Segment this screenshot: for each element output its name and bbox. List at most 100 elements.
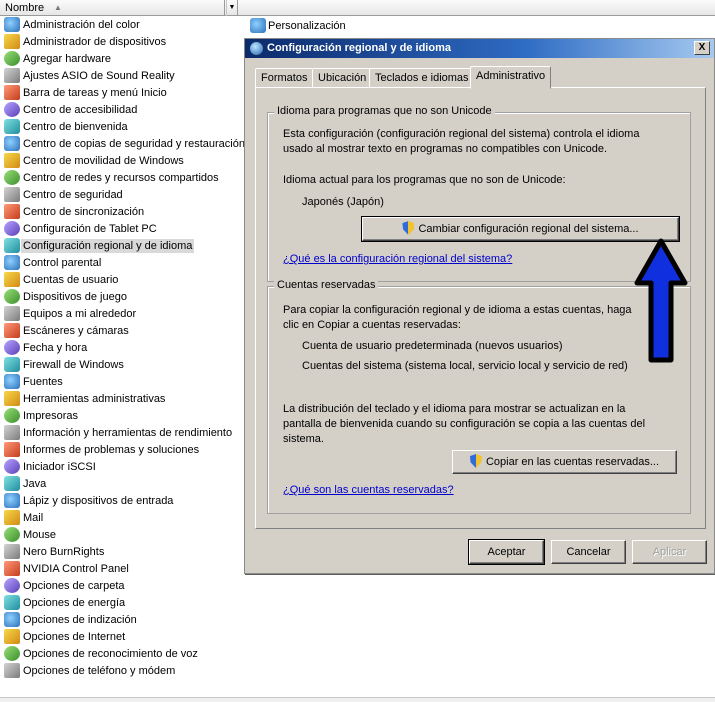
annotation-arrow-shape bbox=[634, 238, 688, 363]
list-item[interactable]: Opciones de carpeta bbox=[0, 577, 127, 594]
list-item[interactable]: Impresoras bbox=[0, 407, 80, 424]
apply-button[interactable]: Aplicar bbox=[632, 540, 707, 564]
dialog-titlebar[interactable]: Configuración regional y de idioma X bbox=[245, 39, 714, 58]
asio-icon bbox=[4, 68, 20, 83]
list-item[interactable]: Opciones de indización bbox=[0, 611, 139, 628]
list-item[interactable]: Administración del color bbox=[0, 16, 142, 33]
list-item[interactable]: Centro de copias de seguridad y restaura… bbox=[0, 135, 247, 152]
list-item[interactable]: Cuentas de usuario bbox=[0, 271, 120, 288]
list-item[interactable]: Mouse bbox=[0, 526, 58, 543]
add-hardware-icon bbox=[4, 51, 20, 66]
list-item[interactable]: Configuración regional y de idioma bbox=[0, 237, 195, 254]
list-item-label: Opciones de reconocimiento de voz bbox=[23, 647, 198, 660]
list-item[interactable]: Centro de movilidad de Windows bbox=[0, 152, 186, 169]
column-dropdown-button[interactable]: ▼ bbox=[226, 0, 238, 16]
list-item[interactable]: Administrador de dispositivos bbox=[0, 33, 168, 50]
list-item[interactable]: Barra de tareas y menú Inicio bbox=[0, 84, 169, 101]
column-separator[interactable] bbox=[224, 0, 225, 16]
list-item[interactable]: Dispositivos de juego bbox=[0, 288, 129, 305]
unicode-group: Idioma para programas que no son Unicode… bbox=[267, 105, 691, 282]
list-item[interactable]: Centro de accesibilidad bbox=[0, 101, 139, 118]
list-item-label: Opciones de carpeta bbox=[23, 579, 125, 592]
list-item-label: Opciones de teléfono y módem bbox=[23, 664, 176, 677]
list-item[interactable]: Centro de redes y recursos compartidos bbox=[0, 169, 221, 186]
list-item-label: Nero BurnRights bbox=[23, 545, 105, 558]
list-item-label: Personalización bbox=[268, 19, 346, 32]
default-user-account: Cuenta de usuario predeterminada (nuevos… bbox=[302, 340, 563, 352]
mobility-icon bbox=[4, 153, 20, 168]
microphone-icon bbox=[4, 646, 20, 661]
list-item[interactable]: Equipos a mi alrededor bbox=[0, 305, 138, 322]
column-name-label[interactable]: Nombre bbox=[5, 1, 44, 15]
list-item-label: Centro de accesibilidad bbox=[23, 103, 138, 116]
list-item[interactable]: Centro de bienvenida bbox=[0, 118, 130, 135]
list-item-label: Lápiz y dispositivos de entrada bbox=[23, 494, 174, 507]
list-item-label: Java bbox=[23, 477, 47, 490]
tab-keyboards-languages[interactable]: Teclados e idiomas bbox=[369, 68, 475, 88]
dialog-title: Configuración regional y de idioma bbox=[267, 42, 451, 54]
mail-icon bbox=[4, 510, 20, 525]
list-item[interactable]: Información y herramientas de rendimient… bbox=[0, 424, 234, 441]
printer-icon bbox=[4, 408, 20, 423]
close-button[interactable]: X bbox=[694, 41, 710, 55]
gamepad-icon bbox=[4, 289, 20, 304]
internet-icon bbox=[4, 629, 20, 644]
list-item[interactable]: Opciones de Internet bbox=[0, 628, 127, 645]
list-item[interactable]: Mail bbox=[0, 509, 45, 526]
tab-location[interactable]: Ubicación bbox=[312, 68, 373, 88]
clock-icon bbox=[4, 340, 20, 355]
unicode-description-line1: Esta configuración (configuración region… bbox=[283, 128, 640, 140]
column-header[interactable]: Nombre ▲ ▼ bbox=[0, 0, 715, 16]
group-title: Idioma para programas que no son Unicode bbox=[274, 105, 495, 117]
list-item-label: Firewall de Windows bbox=[23, 358, 124, 371]
java-icon bbox=[4, 476, 20, 491]
accessibility-icon bbox=[4, 102, 20, 117]
tab-administrative[interactable]: Administrativo bbox=[470, 66, 552, 89]
list-item-label: Agregar hardware bbox=[23, 52, 112, 65]
list-item-personalization[interactable]: Personalización bbox=[250, 17, 346, 34]
list-item-label: Opciones de Internet bbox=[23, 630, 126, 643]
users-icon bbox=[4, 272, 20, 287]
list-item-label: Equipos a mi alrededor bbox=[23, 307, 137, 320]
list-item[interactable]: Firewall de Windows bbox=[0, 356, 126, 373]
tab-formats[interactable]: Formatos bbox=[255, 68, 314, 88]
change-system-locale-button[interactable]: Cambiar configuración regional del siste… bbox=[361, 216, 680, 242]
list-item[interactable]: Lápiz y dispositivos de entrada bbox=[0, 492, 175, 509]
list-item[interactable]: Centro de seguridad bbox=[0, 186, 125, 203]
list-item[interactable]: NVIDIA Control Panel bbox=[0, 560, 131, 577]
list-item[interactable]: Control parental bbox=[0, 254, 103, 271]
list-item[interactable]: Opciones de teléfono y módem bbox=[0, 662, 177, 679]
list-item[interactable]: Agregar hardware bbox=[0, 50, 113, 67]
list-item[interactable]: Opciones de reconocimiento de voz bbox=[0, 645, 200, 662]
group-title: Cuentas reservadas bbox=[274, 279, 379, 291]
current-language-value: Japonés (Japón) bbox=[302, 196, 384, 208]
security-icon bbox=[4, 187, 20, 202]
list-item[interactable]: Iniciador iSCSI bbox=[0, 458, 98, 475]
cancel-button[interactable]: Cancelar bbox=[551, 540, 626, 564]
sync-icon bbox=[4, 204, 20, 219]
list-item[interactable]: Escáneres y cámaras bbox=[0, 322, 131, 339]
copy-reserved-accounts-label: Copiar en las cuentas reservadas... bbox=[485, 456, 660, 468]
mouse-icon bbox=[4, 527, 20, 542]
fonts-icon bbox=[4, 374, 20, 389]
list-item[interactable]: Java bbox=[0, 475, 48, 492]
ok-button[interactable]: Aceptar bbox=[468, 539, 545, 565]
scanner-icon bbox=[4, 323, 20, 338]
list-item-label: Administración del color bbox=[23, 18, 140, 31]
list-item[interactable]: Ajustes ASIO de Sound Reality bbox=[0, 67, 177, 84]
list-item[interactable]: Fecha y hora bbox=[0, 339, 89, 356]
list-item[interactable]: Informes de problemas y soluciones bbox=[0, 441, 201, 458]
reserved-accounts-help-link[interactable]: ¿Qué son las cuentas reservadas? bbox=[283, 483, 454, 498]
reserved-accounts-group: Cuentas reservadas Para copiar la config… bbox=[267, 279, 691, 514]
list-item[interactable]: Configuración de Tablet PC bbox=[0, 220, 159, 237]
firewall-icon bbox=[4, 357, 20, 372]
list-item[interactable]: Opciones de energía bbox=[0, 594, 127, 611]
list-item[interactable]: Fuentes bbox=[0, 373, 65, 390]
list-item-label: Ajustes ASIO de Sound Reality bbox=[23, 69, 175, 82]
system-locale-help-link[interactable]: ¿Qué es la configuración regional del si… bbox=[283, 252, 512, 267]
list-item[interactable]: Centro de sincronización bbox=[0, 203, 146, 220]
list-item[interactable]: Herramientas administrativas bbox=[0, 390, 167, 407]
list-item[interactable]: Nero BurnRights bbox=[0, 543, 106, 560]
copy-reserved-accounts-button[interactable]: Copiar en las cuentas reservadas... bbox=[452, 450, 677, 474]
list-item-label: Herramientas administrativas bbox=[23, 392, 166, 405]
